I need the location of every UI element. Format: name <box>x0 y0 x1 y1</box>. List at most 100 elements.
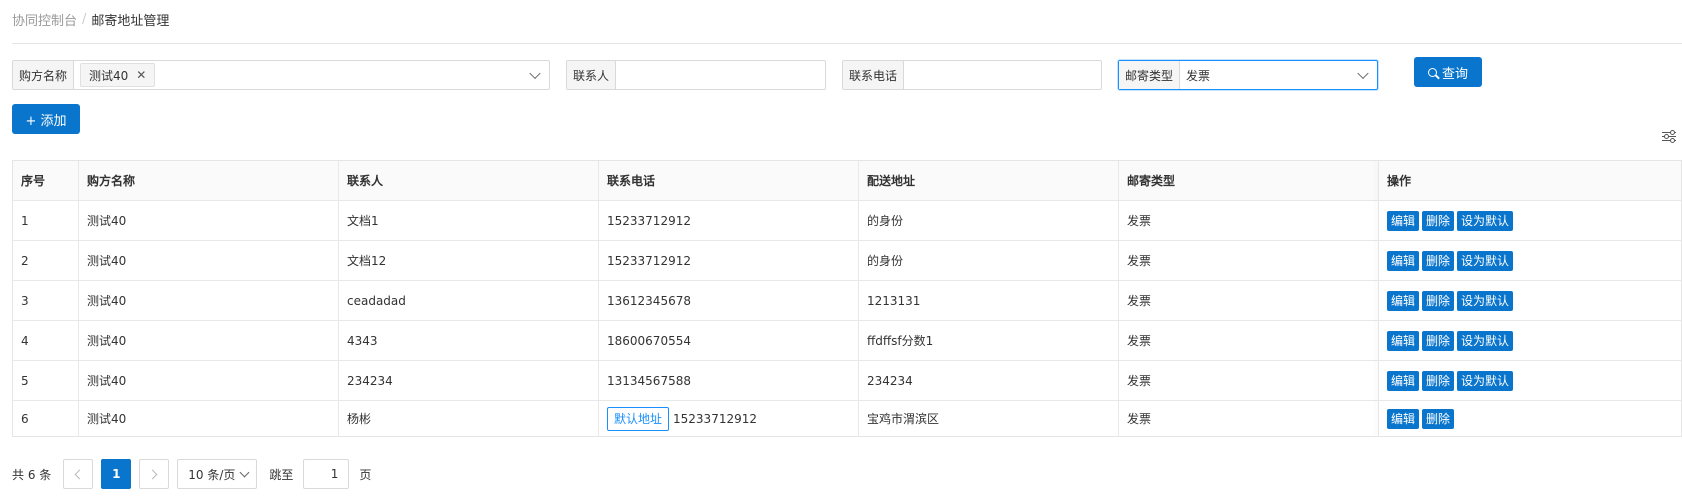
mail-type-filter[interactable]: 邮寄类型 发票 <box>1118 60 1378 90</box>
breadcrumb-separator: / <box>82 11 87 27</box>
row-address: 的身份 <box>859 241 1119 280</box>
mail-type-value: 发票 <box>1186 68 1211 83</box>
delete-button[interactable]: 删除 <box>1422 370 1455 391</box>
phone-filter: 联系电话 <box>842 60 1102 90</box>
set-default-button[interactable]: 设为默认 <box>1457 330 1514 351</box>
header-contact: 联系人 <box>339 161 599 200</box>
row-phone: 15233712912 <box>599 201 859 240</box>
row-mail-type: 发票 <box>1119 321 1379 360</box>
header-phone: 联系电话 <box>599 161 859 200</box>
row-phone: 13612345678 <box>599 281 859 320</box>
row-index: 6 <box>13 401 79 436</box>
row-mail-type: 发票 <box>1119 241 1379 280</box>
row-operations: 编辑 删除 设为默认 <box>1379 361 1681 400</box>
row-address: 1213131 <box>859 281 1119 320</box>
buyer-filter[interactable]: 购方名称 测试40 ✕ <box>12 60 550 90</box>
page-1-button[interactable]: 1 <box>101 459 132 489</box>
table-row: 5 测试40 234234 13134567588 234234 发票 编辑 删… <box>13 361 1681 401</box>
buyer-select[interactable]: 测试40 ✕ <box>74 61 549 89</box>
breadcrumb-root-link[interactable]: 协同控制台 <box>12 10 77 29</box>
header-address: 配送地址 <box>859 161 1119 200</box>
query-button-label: 查询 <box>1441 66 1468 82</box>
chevron-right-icon <box>147 469 158 479</box>
buyer-tag-label: 测试40 <box>89 68 129 83</box>
row-operations: 编辑 删除 <box>1379 401 1681 436</box>
buyer-filter-label: 购方名称 <box>13 61 75 89</box>
row-address: ffdffsf分数1 <box>859 321 1119 360</box>
contact-filter-label: 联系人 <box>567 61 617 89</box>
row-operations: 编辑 删除 设为默认 <box>1379 201 1681 240</box>
phone-input[interactable] <box>904 61 1101 89</box>
page-size-value: 10 条/页 <box>188 467 236 482</box>
pagination: 共 6 条 1 10 条/页 跳至 1 页 <box>12 459 371 489</box>
chevron-down-icon[interactable] <box>1357 67 1369 80</box>
chevron-down-icon[interactable] <box>529 67 541 80</box>
header-buyer: 购方名称 <box>79 161 339 200</box>
edit-button[interactable]: 编辑 <box>1387 330 1420 351</box>
row-contact: 4343 <box>339 321 599 360</box>
edit-button[interactable]: 编辑 <box>1387 210 1420 231</box>
next-page-button[interactable] <box>139 459 170 489</box>
header-operations: 操作 <box>1387 174 1412 188</box>
row-buyer: 测试40 <box>79 201 339 240</box>
edit-button[interactable]: 编辑 <box>1387 290 1420 311</box>
fixed-column-shadow <box>1379 161 1380 436</box>
chevron-down-icon <box>239 467 250 477</box>
phone-filter-label: 联系电话 <box>843 61 905 89</box>
set-default-button[interactable]: 设为默认 <box>1457 210 1514 231</box>
buyer-tag: 测试40 ✕ <box>80 63 156 87</box>
column-settings-icon[interactable] <box>1662 130 1676 143</box>
row-contact: 234234 <box>339 361 599 400</box>
add-button[interactable]: + 添加 <box>12 104 80 134</box>
row-operations: 编辑 删除 设为默认 <box>1379 241 1681 280</box>
row-index: 4 <box>13 321 79 360</box>
row-index: 3 <box>13 281 79 320</box>
edit-button[interactable]: 编辑 <box>1387 370 1420 391</box>
row-phone: 15233712912 <box>599 241 859 280</box>
row-buyer: 测试40 <box>79 361 339 400</box>
row-address: 的身份 <box>859 201 1119 240</box>
row-buyer: 测试40 <box>79 401 339 436</box>
table-row: 3 测试40 ceadadad 13612345678 1213131 发票 编… <box>13 281 1681 321</box>
add-button-label: + 添加 <box>25 113 67 129</box>
total-count: 共 6 条 <box>12 467 52 482</box>
header-mail-type: 邮寄类型 <box>1119 161 1379 200</box>
delete-button[interactable]: 删除 <box>1422 210 1455 231</box>
row-phone: 18600670554 <box>599 321 859 360</box>
delete-button[interactable]: 删除 <box>1422 330 1455 351</box>
delete-button[interactable]: 删除 <box>1422 290 1455 311</box>
delete-button[interactable]: 删除 <box>1422 250 1455 271</box>
edit-button[interactable]: 编辑 <box>1387 250 1420 271</box>
row-phone: 13134567588 <box>599 361 859 400</box>
row-index: 5 <box>13 361 79 400</box>
jump-page-input[interactable]: 1 <box>303 459 350 489</box>
row-phone-value: 15233712912 <box>673 411 757 426</box>
breadcrumb: 协同控制台 / 邮寄地址管理 <box>12 10 169 29</box>
edit-button[interactable]: 编辑 <box>1387 408 1420 429</box>
jump-label: 跳至 <box>269 467 294 482</box>
header-index: 序号 <box>13 161 79 200</box>
table-row: 1 测试40 文档1 15233712912 的身份 发票 编辑 删除 设为默认 <box>13 201 1681 241</box>
set-default-button[interactable]: 设为默认 <box>1457 250 1514 271</box>
row-mail-type: 发票 <box>1119 201 1379 240</box>
contact-input[interactable] <box>616 61 825 89</box>
table-header-row: 序号 购方名称 联系人 联系电话 配送地址 邮寄类型 操作 <box>13 161 1681 201</box>
table-row: 4 测试40 4343 18600670554 ffdffsf分数1 发票 编辑… <box>13 321 1681 361</box>
mail-type-select[interactable]: 发票 <box>1180 61 1377 89</box>
row-address: 宝鸡市渭滨区 <box>859 401 1119 436</box>
row-operations: 编辑 删除 设为默认 <box>1379 281 1681 320</box>
close-icon[interactable]: ✕ <box>136 68 146 82</box>
prev-page-button[interactable] <box>63 459 94 489</box>
contact-filter: 联系人 <box>566 60 826 90</box>
default-address-badge: 默认地址 <box>607 406 670 431</box>
delete-button[interactable]: 删除 <box>1422 408 1455 429</box>
set-default-button[interactable]: 设为默认 <box>1457 370 1514 391</box>
row-phone: 默认地址 15233712912 <box>599 401 859 436</box>
row-contact: 文档12 <box>339 241 599 280</box>
search-icon <box>1427 67 1437 77</box>
page-size-select[interactable]: 10 条/页 <box>177 459 258 489</box>
set-default-button[interactable]: 设为默认 <box>1457 290 1514 311</box>
row-index: 1 <box>13 201 79 240</box>
row-contact: 杨彬 <box>339 401 599 436</box>
query-button[interactable]: 查询 <box>1414 57 1482 87</box>
